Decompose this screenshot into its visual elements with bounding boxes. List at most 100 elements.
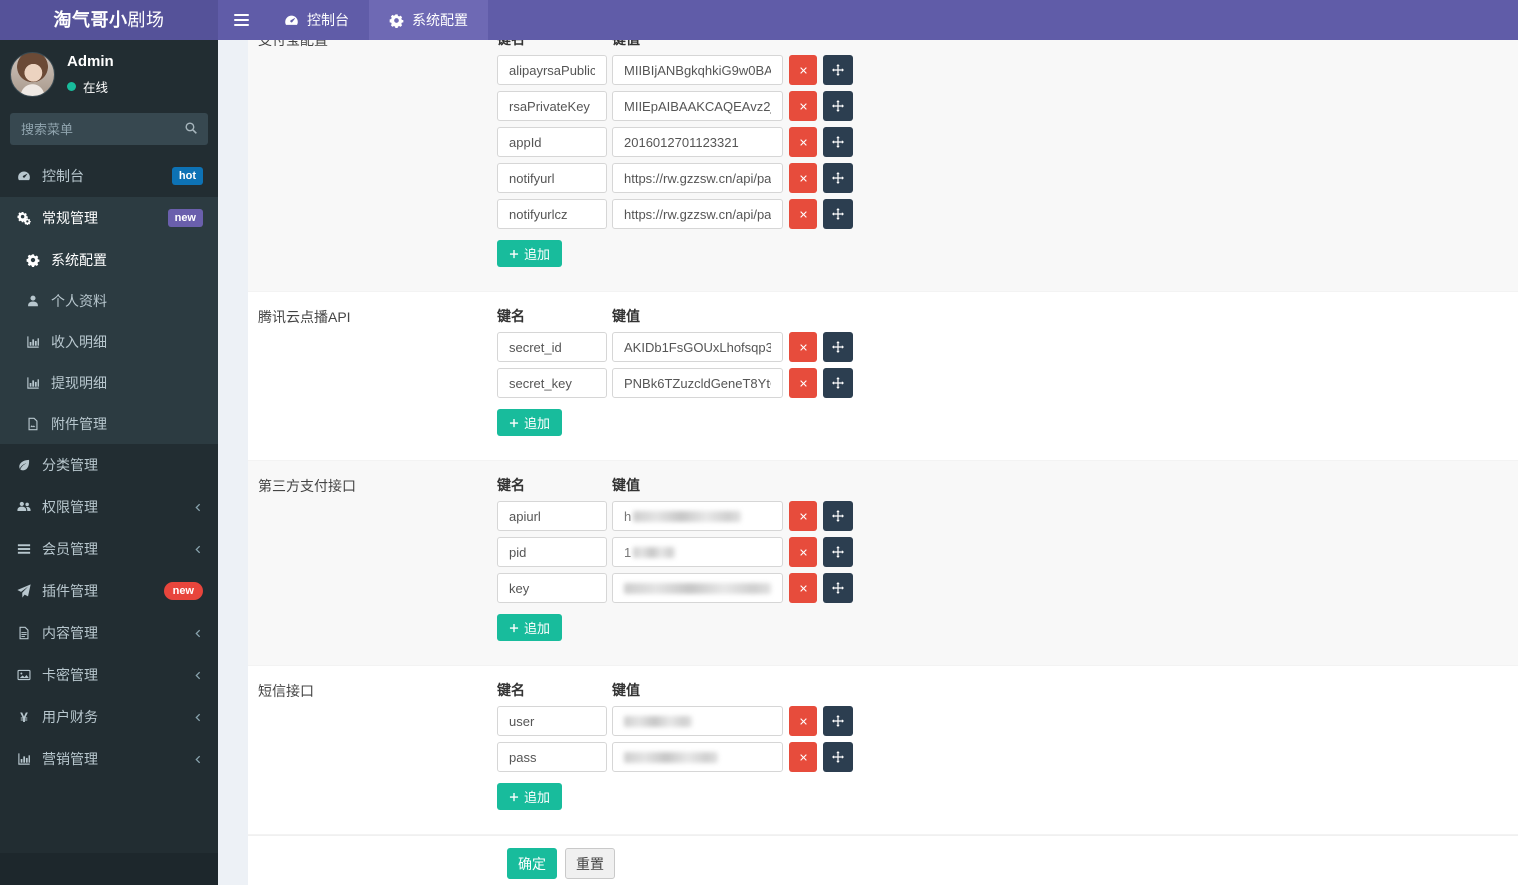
move-row-button[interactable] xyxy=(823,573,853,603)
key-value-input[interactable] xyxy=(612,91,783,121)
move-row-button[interactable] xyxy=(823,537,853,567)
sidebar-toggle-button[interactable] xyxy=(218,0,264,40)
key-name-input[interactable] xyxy=(497,163,607,193)
close-icon xyxy=(799,548,808,557)
key-value-input[interactable]: h xyxy=(612,501,783,531)
sidebar-item[interactable]: 附件管理 xyxy=(0,403,218,444)
sidebar-item[interactable]: 个人资料 xyxy=(0,280,218,321)
reset-button[interactable]: 重置 xyxy=(565,848,615,879)
nav-tab-console[interactable]: 控制台 xyxy=(264,0,369,40)
move-row-button[interactable] xyxy=(823,742,853,772)
key-name-input[interactable] xyxy=(497,573,607,603)
navbar-tabs: 控制台 系统配置 xyxy=(264,0,488,40)
move-row-button[interactable] xyxy=(823,91,853,121)
plus-icon xyxy=(509,623,519,633)
section-title: 第三方支付接口 xyxy=(258,478,356,494)
sidebar-item[interactable]: 内容管理 xyxy=(0,612,218,654)
delete-row-button[interactable] xyxy=(789,573,817,603)
yen-icon: ¥ xyxy=(20,709,28,725)
key-value-input[interactable] xyxy=(612,55,783,85)
sidebar-item[interactable]: 收入明细 xyxy=(0,321,218,362)
key-value-input[interactable] xyxy=(612,573,783,603)
sidebar-item[interactable]: 权限管理 xyxy=(0,486,218,528)
sidebar-item[interactable]: 控制台 hot xyxy=(0,155,218,197)
sidebar-item[interactable]: 系统配置 xyxy=(0,239,218,280)
section-title: 腾讯云点播API xyxy=(258,309,351,325)
key-name-input[interactable] xyxy=(497,55,607,85)
section-form: 键名 键值追加 xyxy=(497,681,1518,810)
append-button-label: 追加 xyxy=(524,621,551,636)
move-row-button[interactable] xyxy=(823,368,853,398)
delete-row-button[interactable] xyxy=(789,199,817,229)
sidebar-item-label: 内容管理 xyxy=(42,625,98,641)
key-name-input[interactable] xyxy=(497,501,607,531)
sidebar-item[interactable]: 分类管理 xyxy=(0,444,218,486)
key-value-input[interactable] xyxy=(612,163,783,193)
key-value-input[interactable] xyxy=(612,127,783,157)
confirm-button[interactable]: 确定 xyxy=(507,848,557,879)
main-content: 支付宝配置键名键值追加腾讯云点播API键名键值追加第三方支付接口键名键值h1追加… xyxy=(218,0,1518,885)
key-name-input[interactable] xyxy=(497,706,607,736)
move-row-button[interactable] xyxy=(823,501,853,531)
move-row-button[interactable] xyxy=(823,163,853,193)
chevron-left-icon xyxy=(192,754,203,765)
delete-row-button[interactable] xyxy=(789,332,817,362)
append-row-button[interactable]: 追加 xyxy=(497,783,563,810)
key-name-input[interactable] xyxy=(497,199,607,229)
sidebar-treeview: 常规管理 new 系统配置个人资料收入明细 提现明细 附件管理 xyxy=(0,197,218,444)
delete-row-button[interactable] xyxy=(789,91,817,121)
move-row-button[interactable] xyxy=(823,127,853,157)
delete-row-button[interactable] xyxy=(789,742,817,772)
key-value-input[interactable] xyxy=(612,742,783,772)
delete-row-button[interactable] xyxy=(789,368,817,398)
move-row-button[interactable] xyxy=(823,706,853,736)
nav-tab-system-config[interactable]: 系统配置 xyxy=(369,0,488,40)
key-value-input[interactable] xyxy=(612,332,783,362)
sidebar-item-label: 个人资料 xyxy=(51,292,107,309)
sidebar-item[interactable]: 卡密管理 xyxy=(0,654,218,696)
sidebar-item[interactable]: 营销管理 xyxy=(0,738,218,780)
append-row-button[interactable]: 追加 xyxy=(497,240,563,267)
key-name-input[interactable] xyxy=(497,537,607,567)
search-button[interactable] xyxy=(178,117,204,141)
delete-row-button[interactable] xyxy=(789,501,817,531)
key-name-input[interactable] xyxy=(497,368,607,398)
delete-row-button[interactable] xyxy=(789,55,817,85)
send-icon xyxy=(15,584,33,598)
user-status-label: 在线 xyxy=(83,81,109,95)
move-icon xyxy=(832,100,844,112)
delete-row-button[interactable] xyxy=(789,127,817,157)
sidebar-item[interactable]: 插件管理 new xyxy=(0,570,218,612)
key-name-input[interactable] xyxy=(497,742,607,772)
sidebar-item[interactable]: 会员管理 xyxy=(0,528,218,570)
key-value-input[interactable]: 1 xyxy=(612,537,783,567)
delete-row-button[interactable] xyxy=(789,706,817,736)
key-name-input[interactable] xyxy=(497,91,607,121)
move-row-button[interactable] xyxy=(823,199,853,229)
move-row-button[interactable] xyxy=(823,332,853,362)
key-value-input[interactable] xyxy=(612,368,783,398)
form-headers: 键名 键值 xyxy=(497,476,1518,494)
close-icon xyxy=(799,584,808,593)
key-value-input[interactable] xyxy=(612,199,783,229)
key-name-input[interactable] xyxy=(497,332,607,362)
key-name-input[interactable] xyxy=(497,127,607,157)
chevron-left-icon xyxy=(192,628,203,639)
sidebar-item[interactable]: 提现明细 xyxy=(0,362,218,403)
delete-row-button[interactable] xyxy=(789,163,817,193)
append-row-button[interactable]: 追加 xyxy=(497,409,563,436)
key-value-input[interactable] xyxy=(612,706,783,736)
sidebar-item[interactable]: 常规管理 new xyxy=(0,197,218,239)
user-avatar[interactable] xyxy=(10,52,55,97)
sidebar-item-label: 用户财务 xyxy=(42,709,98,725)
config-row: 1 xyxy=(497,537,1518,567)
move-row-button[interactable] xyxy=(823,55,853,85)
users-icon xyxy=(15,500,33,514)
move-icon xyxy=(832,341,844,353)
append-row-button[interactable]: 追加 xyxy=(497,614,563,641)
delete-row-button[interactable] xyxy=(789,537,817,567)
sidebar-item[interactable]: ¥ 用户财务 xyxy=(0,696,218,738)
chevron-left-icon xyxy=(192,670,203,681)
app-logo[interactable]: 淘气哥小剧场 xyxy=(0,0,218,40)
move-icon xyxy=(832,546,844,558)
